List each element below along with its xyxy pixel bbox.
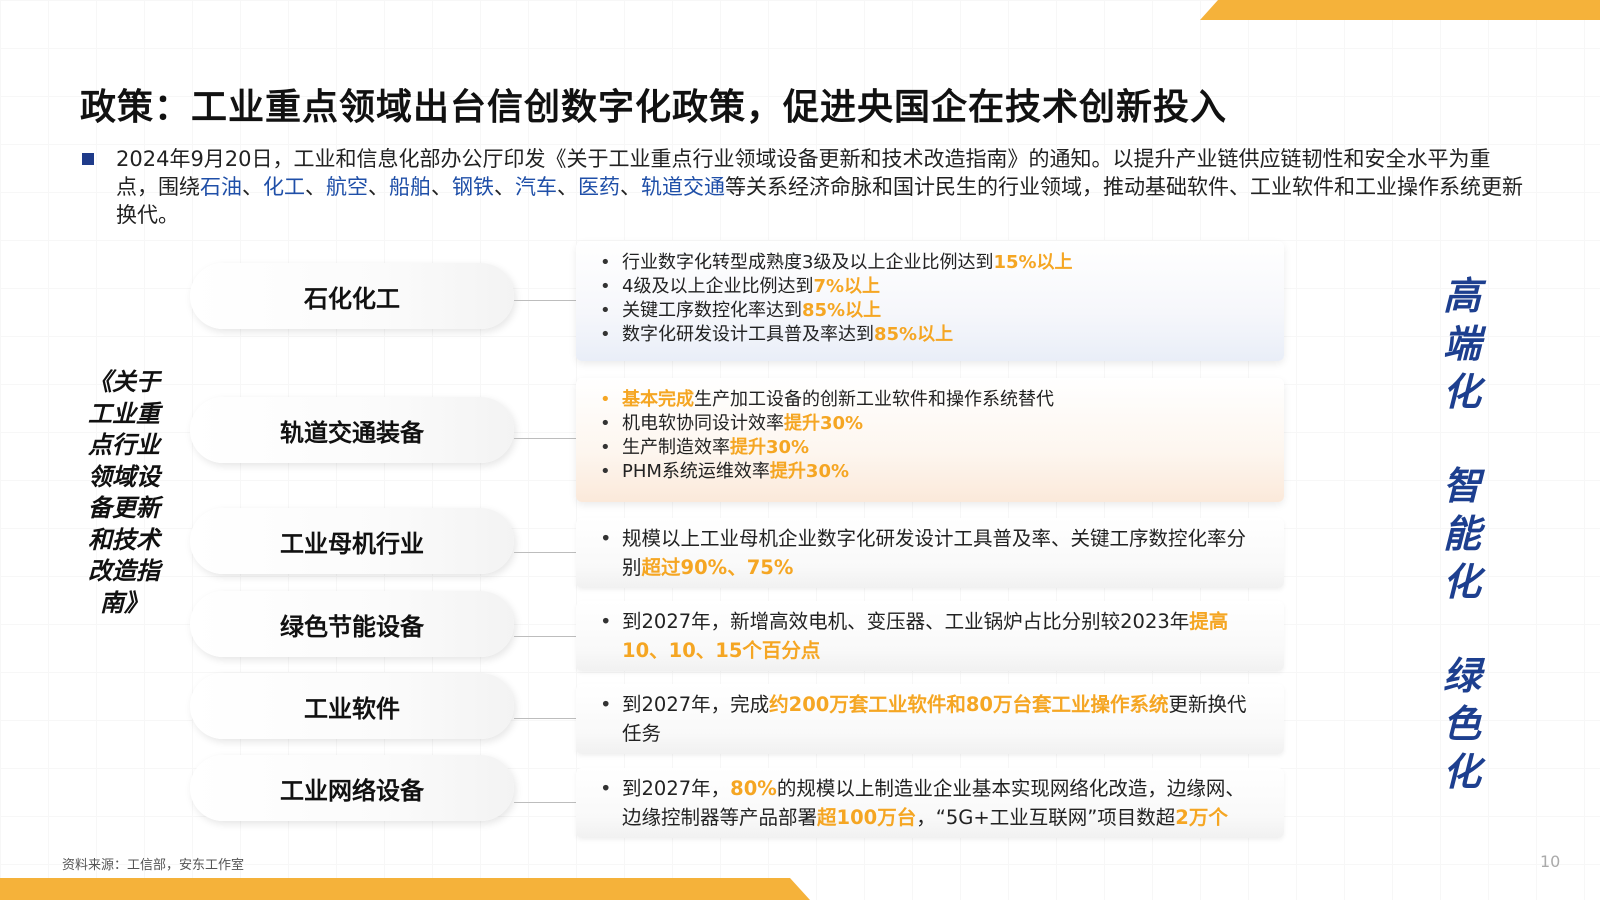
- list-item: 4级及以上企业比例达到7%以上: [598, 275, 1264, 299]
- keyword-high-end: 高端化: [1442, 274, 1481, 414]
- intro-industry: 医药: [578, 175, 620, 199]
- bottom-accent-bar: [0, 878, 810, 900]
- intro-separator: 、: [305, 175, 326, 199]
- list-item: 到2027年，新增高效电机、变压器、工业锅炉占比分别较2023年提高10、10、…: [598, 608, 1264, 665]
- panel-rail-transit: 基本完成生产加工设备的创新工业软件和操作系统替代 机电软协同设计效率提升30% …: [576, 378, 1284, 502]
- category-machine-tool: 工业母机行业: [190, 508, 514, 574]
- square-bullet-icon: [82, 153, 94, 165]
- connector-line: [514, 300, 576, 301]
- intro-industry: 航空: [326, 175, 368, 199]
- intro-text: 2024年9月20日，工业和信息化部办公厅印发《关于工业重点行业领域设备更新和技…: [116, 145, 1532, 229]
- keyword-intelligent: 智能化: [1442, 464, 1481, 604]
- slide-title: 政策：工业重点领域出台信创数字化政策，促进央国企在技术创新投入: [80, 87, 1228, 128]
- category-rail-transit: 轨道交通装备: [190, 397, 514, 463]
- panel-petrochemical: 行业数字化转型成熟度3级及以上企业比例达到15%以上 4级及以上企业比例达到7%…: [576, 241, 1284, 361]
- category-industrial-network: 工业网络设备: [190, 755, 514, 821]
- panel-green-energy: 到2027年，新增高效电机、变压器、工业锅炉占比分别较2023年提高10、10、…: [576, 601, 1284, 671]
- category-green-energy: 绿色节能设备: [190, 591, 514, 657]
- panel-industrial-network: 到2027年，80%的规模以上制造业企业基本实现网络化改造，边缘网、边缘控制器等…: [576, 768, 1284, 838]
- connector-line: [514, 438, 576, 439]
- list-item: 机电软协同设计效率提升30%: [598, 412, 1264, 436]
- list-item: PHM系统运维效率提升30%: [598, 460, 1264, 484]
- connector-line: [514, 552, 576, 553]
- source-note: 资料来源：工信部，安东工作室: [62, 858, 245, 873]
- connector-line: [514, 636, 576, 637]
- intro-separator: 、: [242, 175, 263, 199]
- keyword-green: 绿色化: [1442, 654, 1481, 794]
- list-item: 到2027年，完成约200万套工业软件和80万台套工业操作系统更新换代任务: [598, 691, 1264, 748]
- intro-industry: 钢铁: [452, 175, 494, 199]
- list-item: 关键工序数控化率达到85%以上: [598, 299, 1264, 323]
- intro-industry: 石油: [200, 175, 242, 199]
- connector-line: [514, 718, 576, 719]
- list-item: 数字化研发设计工具普及率达到85%以上: [598, 323, 1264, 347]
- category-petrochemical: 石化化工: [190, 263, 514, 329]
- intro-paragraph: 2024年9月20日，工业和信息化部办公厅印发《关于工业重点行业领域设备更新和技…: [82, 145, 1532, 229]
- list-item: 到2027年，80%的规模以上制造业企业基本实现网络化改造，边缘网、边缘控制器等…: [598, 775, 1264, 832]
- list-item: 生产制造效率提升30%: [598, 436, 1264, 460]
- intro-separator: 、: [494, 175, 515, 199]
- intro-industry: 轨道交通: [641, 175, 725, 199]
- intro-separator: 、: [620, 175, 641, 199]
- intro-separator: 、: [431, 175, 452, 199]
- top-accent-bar: [1200, 0, 1600, 20]
- panel-industrial-software: 到2027年，完成约200万套工业软件和80万台套工业操作系统更新换代任务: [576, 684, 1284, 754]
- guide-name-vertical: 《关于工业重点行业领域设备更新和技术改造指南》: [88, 368, 160, 617]
- intro-separator: 、: [557, 175, 578, 199]
- list-item: 行业数字化转型成熟度3级及以上企业比例达到15%以上: [598, 251, 1264, 275]
- page-number: 10: [1540, 852, 1561, 871]
- panel-machine-tool: 规模以上工业母机企业数字化研发设计工具普及率、关键工序数控化率分别超过90%、7…: [576, 518, 1284, 588]
- category-industrial-software: 工业软件: [190, 673, 514, 739]
- list-item: 基本完成生产加工设备的创新工业软件和操作系统替代: [598, 388, 1264, 412]
- intro-industry: 船舶: [389, 175, 431, 199]
- intro-industry: 化工: [263, 175, 305, 199]
- intro-separator: 、: [368, 175, 389, 199]
- list-item: 规模以上工业母机企业数字化研发设计工具普及率、关键工序数控化率分别超过90%、7…: [598, 525, 1264, 582]
- connector-line: [514, 802, 576, 803]
- intro-industry: 汽车: [515, 175, 557, 199]
